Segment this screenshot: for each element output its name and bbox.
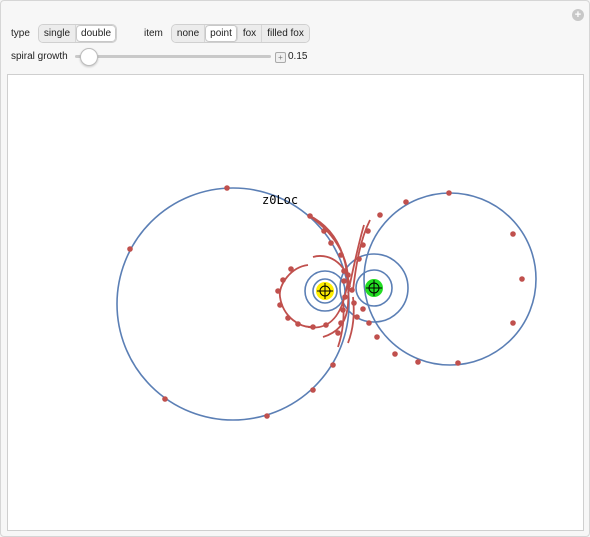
sample-point-32 [415, 359, 421, 365]
item-option-point[interactable]: point [205, 25, 238, 42]
item-option-fox[interactable]: fox [237, 25, 263, 42]
slider-expand-icon[interactable]: + [275, 52, 286, 63]
sample-point-33 [392, 351, 398, 357]
spiral-growth-value: 0.15 [288, 51, 308, 62]
sample-point-19 [277, 302, 283, 308]
type-label: type [11, 28, 30, 39]
spiral-growth-slider-track[interactable] [75, 55, 271, 58]
item-segmented: none point fox filled fox [170, 24, 310, 43]
sample-point-20 [285, 315, 291, 321]
sample-point-38 [360, 242, 366, 248]
type-segmented: single double [37, 24, 118, 43]
sample-point-16 [288, 266, 294, 272]
item-option-none[interactable]: none [171, 25, 206, 42]
z0loc-label: z0Loc [262, 193, 298, 207]
sample-point-0 [224, 185, 230, 191]
sample-point-10 [341, 268, 347, 274]
sample-point-39 [345, 272, 351, 278]
plot-area: z0Loc [7, 74, 584, 531]
sample-point-12 [342, 294, 348, 300]
type-option-double[interactable]: double [76, 25, 117, 42]
sample-point-21 [295, 321, 301, 327]
sample-point-34 [374, 334, 380, 340]
spiral-growth-slider-thumb[interactable] [79, 48, 98, 66]
sample-point-14 [338, 320, 344, 326]
sample-point-41 [351, 300, 357, 306]
spiral-growth-label: spiral growth [11, 51, 68, 62]
type-option-single[interactable]: single [38, 25, 77, 42]
sample-point-9 [338, 252, 344, 258]
sample-point-8 [328, 240, 334, 246]
sample-point-36 [360, 306, 366, 312]
sample-point-5 [330, 362, 336, 368]
sample-point-4 [310, 387, 316, 393]
item-control: item none point fox filled fox [144, 24, 310, 43]
spiral-plot: z0Loc [116, 185, 537, 421]
sample-point-25 [377, 212, 383, 218]
sample-point-29 [519, 276, 525, 282]
sample-point-11 [341, 278, 347, 284]
sample-point-15 [335, 330, 341, 336]
sample-point-26 [403, 199, 409, 205]
sample-point-7 [321, 228, 327, 234]
sample-point-28 [510, 231, 516, 237]
item-label: item [144, 28, 163, 39]
sample-point-24 [365, 228, 371, 234]
sample-point-42 [354, 314, 360, 320]
sample-point-30 [510, 320, 516, 326]
sample-point-6 [307, 213, 313, 219]
sample-point-18 [275, 288, 281, 294]
left-outer-circle [116, 187, 350, 421]
sample-point-23 [323, 322, 329, 328]
sample-point-3 [264, 413, 270, 419]
type-control: type single double [11, 24, 118, 43]
sample-point-22 [310, 324, 316, 330]
sample-point-40 [349, 287, 355, 293]
sample-point-37 [356, 256, 362, 262]
sample-point-13 [340, 307, 346, 313]
sample-point-31 [455, 360, 461, 366]
sample-point-35 [366, 320, 372, 326]
crossing-strand-6 [279, 264, 314, 328]
expand-icon[interactable]: + [572, 9, 584, 21]
sample-point-2 [162, 396, 168, 402]
item-option-filled-fox[interactable]: filled fox [262, 25, 309, 42]
sample-point-1 [127, 246, 133, 252]
sample-point-27 [446, 190, 452, 196]
sample-point-17 [280, 277, 286, 283]
